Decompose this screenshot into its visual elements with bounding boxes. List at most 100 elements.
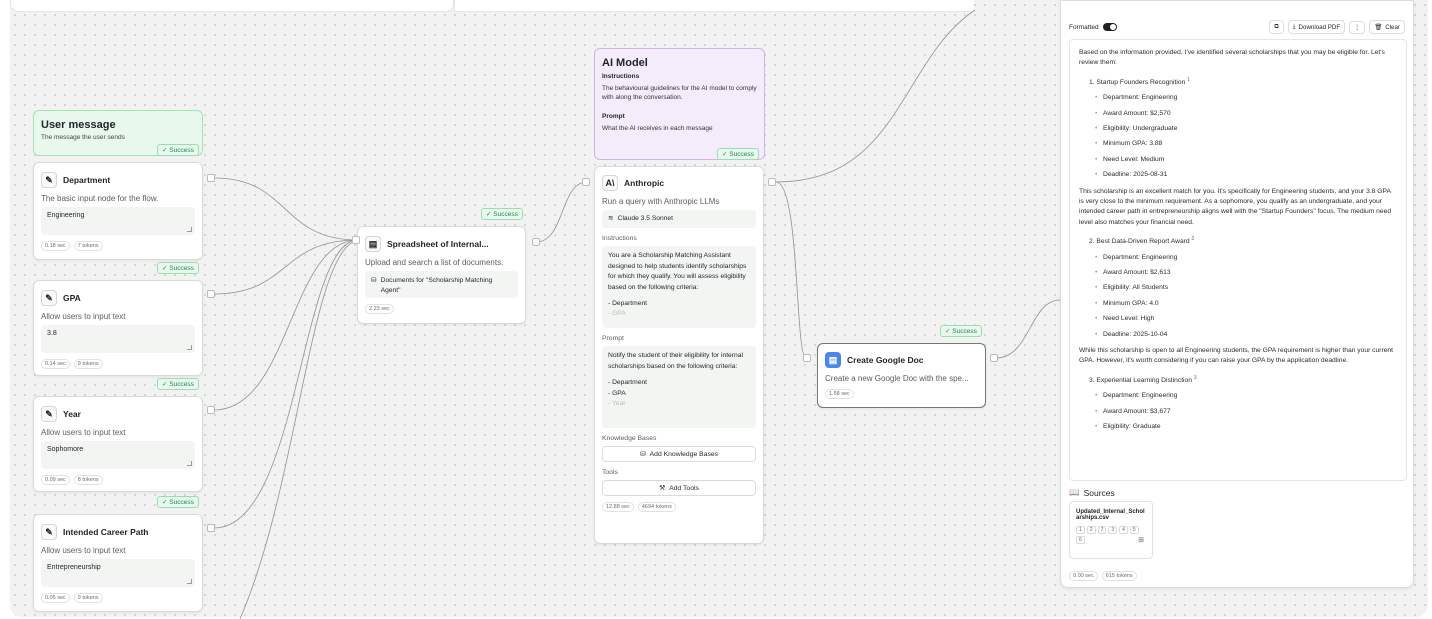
instructions-label: Instructions	[602, 235, 637, 243]
top-toolbar-right	[454, 0, 974, 12]
list-item: Department: Engineering	[1095, 253, 1397, 264]
career-path-input[interactable]: Entrepreneurship	[41, 559, 195, 587]
output-handle[interactable]	[532, 238, 540, 246]
time-badge: 0.18 sec	[41, 241, 70, 251]
node-desc: Allow users to input text	[41, 546, 126, 555]
status-badge: ✓ Success	[157, 496, 199, 508]
ref-chip[interactable]: 7	[1097, 526, 1107, 534]
input-node-career-path[interactable]: ✎ Intended Career Path Allow users to inp…	[33, 514, 203, 612]
trash-icon: 🗑	[1374, 24, 1383, 31]
prompt-line: - Year	[608, 399, 626, 407]
copy-icon: ⧉	[1274, 23, 1279, 30]
list-item: Minimum GPA: 3.88	[1095, 139, 1397, 150]
node-title: Create Google Doc	[847, 355, 924, 365]
add-knowledge-bases-button[interactable]: ⛁ Add Knowledge Bases	[602, 446, 756, 463]
anthropic-node[interactable]: A\ Anthropic Run a query with Anthropic L…	[594, 166, 764, 544]
citation-ref[interactable]: 3	[1194, 375, 1197, 381]
pencil-icon: ✎	[41, 406, 57, 422]
model-select[interactable]: ≋ Claude 3.5 Sonnet	[602, 210, 756, 229]
more-button[interactable]: ⋮	[1349, 20, 1366, 34]
node-desc: The basic input node for the flow.	[41, 194, 159, 203]
input-node-year[interactable]: ✎ Year Allow users to input text Sophomor…	[33, 396, 203, 492]
output-handle[interactable]	[207, 524, 215, 532]
citation-ref[interactable]: 2	[1191, 236, 1194, 242]
department-input[interactable]: Engineering	[41, 207, 195, 235]
time-badge: 0.00 sec	[1069, 571, 1098, 581]
input-handle[interactable]	[582, 178, 590, 186]
node-desc: Create a new Google Doc with the spe...	[825, 374, 969, 383]
knowledge-bases-label: Knowledge Bases	[602, 435, 657, 443]
database-icon: ⛁	[639, 451, 646, 459]
prompt-field[interactable]: Notify the student of their eligibility …	[602, 346, 756, 429]
download-pdf-button[interactable]: ⤓ Download PDF	[1287, 20, 1346, 34]
input-handle[interactable]	[803, 354, 811, 362]
input-handle[interactable]	[352, 236, 360, 244]
scholarship-details: Department: Engineering Award Amount: $2…	[1095, 93, 1397, 181]
time-badge: 2.23 sec	[365, 304, 394, 314]
layers-icon: ≋	[608, 215, 614, 222]
node-title: Spreadsheet of Internal...	[387, 239, 489, 249]
scholarship-title: 2. Best Data-Driven Report Award 2	[1089, 236, 1397, 248]
clear-button[interactable]: 🗑 Clear	[1369, 20, 1405, 34]
button-label: Clear	[1385, 23, 1400, 31]
ref-chip[interactable]: 6	[1076, 536, 1085, 544]
status-badge: ✓ Success	[157, 144, 199, 156]
ai-model-header: AI Model Instructions The behavioural gu…	[594, 48, 765, 160]
year-input[interactable]: Sophomore	[41, 441, 195, 469]
scholarship-details: Department: Engineering Award Amount: $3…	[1095, 391, 1397, 433]
list-item: Department: Engineering	[1095, 93, 1397, 104]
instructions-desc: The behavioural guidelines for the AI mo…	[602, 85, 757, 102]
tokens-badge: 8 tokens	[73, 475, 103, 485]
copy-button[interactable]: ⧉	[1269, 20, 1284, 34]
documents-box[interactable]: ⛁ Documents for "Scholarship Matching Age…	[365, 271, 518, 298]
list-item: Department: Engineering	[1095, 391, 1397, 402]
node-desc: Allow users to input text	[41, 312, 126, 321]
instructions-line: - Department	[608, 299, 648, 307]
scholarship-title-text: 3. Experiential Learning Distinction	[1089, 376, 1192, 384]
ref-chip[interactable]: 4	[1119, 526, 1128, 534]
ref-chip[interactable]: 5	[1129, 526, 1139, 534]
output-text[interactable]: Based on the information provided, I've …	[1069, 39, 1407, 481]
source-card[interactable]: Updated_Internal_Scholarships.csv 1 2 7 …	[1069, 501, 1153, 559]
ai-model-title: AI Model	[602, 57, 648, 69]
time-badge: 1.58 sec	[825, 389, 854, 399]
ref-chip[interactable]: 3	[1108, 526, 1118, 534]
instructions-field[interactable]: You are a Scholarship Matching Assistant…	[602, 246, 756, 329]
list-item: Award Amount: $2,570	[1095, 109, 1397, 120]
output-handle[interactable]	[768, 178, 776, 186]
pencil-icon: ✎	[41, 172, 57, 188]
google-doc-icon: ▤	[825, 352, 841, 368]
formatted-toggle[interactable]	[1102, 23, 1117, 31]
button-label: Add Knowledge Bases	[649, 450, 719, 458]
pencil-icon: ✎	[41, 524, 57, 540]
scholarship-title: 3. Experiential Learning Distinction 3	[1089, 375, 1397, 387]
database-icon: ⛁	[371, 277, 377, 284]
output-handle[interactable]	[207, 406, 215, 414]
book-icon: 📖	[1069, 487, 1080, 497]
more-icon: ⋮	[1354, 23, 1361, 31]
input-node-gpa[interactable]: ✎ GPA Allow users to input text 3.8 0.14 …	[33, 280, 203, 376]
google-doc-node[interactable]: ▤ Create Google Doc Create a new Google D…	[817, 343, 986, 408]
instructions-text: You are a Scholarship Matching Assistant…	[608, 252, 747, 291]
node-title: Department	[63, 175, 111, 185]
add-tools-button[interactable]: ⚒ Add Tools	[602, 480, 756, 497]
scholarship-title-text: 2. Best Data-Driven Report Award	[1089, 238, 1190, 246]
prompt-heading: Prompt	[602, 112, 625, 120]
citation-ref[interactable]: 1	[1187, 77, 1190, 83]
tokens-badge: 9 tokens	[73, 593, 103, 603]
output-handle[interactable]	[207, 174, 215, 182]
anthropic-logo-icon: A\	[602, 175, 618, 191]
spreadsheet-node[interactable]: ▤ Spreadsheet of Internal... Upload and s…	[357, 226, 526, 324]
status-badge: ✓ Success	[940, 325, 982, 337]
output-handle[interactable]	[990, 354, 998, 362]
ref-chip[interactable]: 1	[1076, 526, 1085, 534]
input-node-department[interactable]: ✎ Department The basic input node for the…	[33, 162, 203, 260]
tokens-badge: 4694 tokens	[637, 502, 676, 513]
gpa-input[interactable]: 3.8	[41, 325, 195, 353]
sources-heading: 📖 Sources	[1069, 487, 1115, 498]
scholarship-details: Department: Engineering Award Amount: $2…	[1095, 253, 1397, 341]
paragraph: This scholarship is an excellent match f…	[1079, 187, 1392, 226]
node-desc: Run a query with Anthropic LLMs	[602, 197, 720, 206]
ref-chip[interactable]: 2	[1086, 526, 1096, 534]
output-handle[interactable]	[207, 290, 215, 298]
